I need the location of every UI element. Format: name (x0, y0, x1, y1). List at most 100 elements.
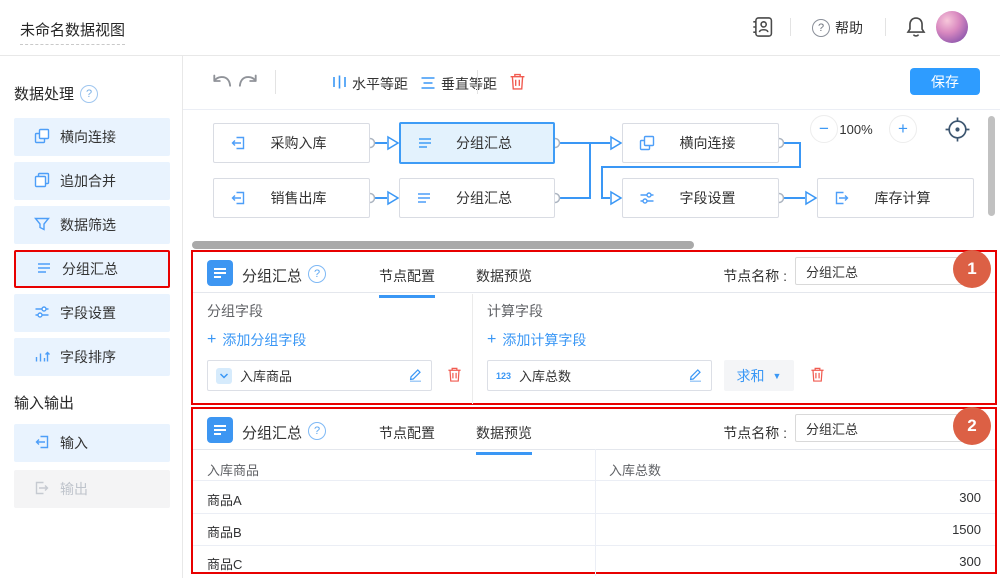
table-cell-total: 300 (609, 490, 981, 505)
node-name-input[interactable] (795, 414, 977, 442)
vertical-distribute-icon[interactable] (420, 76, 436, 93)
panel-data-preview: 分组汇总 ? 节点配置 数据预览 节点名称 : 2 入库商品 入库总数 商品A … (191, 407, 997, 574)
sort-icon (34, 348, 50, 367)
sidebar-item-horizontal-join[interactable]: 横向连接 (14, 118, 170, 156)
calc-field-item[interactable]: 123 入库总数 (487, 360, 712, 391)
zoom-out-button[interactable]: − (810, 115, 838, 143)
sidebar-item-input[interactable]: 输入 (14, 424, 170, 462)
node-label: 横向连接 (655, 133, 760, 153)
table-row-border (193, 480, 995, 481)
node-label: 销售出库 (246, 188, 351, 208)
horizontal-distribute-label[interactable]: 水平等距 (352, 74, 408, 94)
sidebar-item-field-settings[interactable]: 字段设置 (14, 294, 170, 332)
zoom-level: 100% (836, 122, 876, 137)
input-icon (34, 434, 50, 453)
edit-icon[interactable] (688, 367, 703, 385)
edit-icon[interactable] (408, 367, 423, 385)
node-group-summary-1[interactable]: 分组汇总 (399, 122, 555, 164)
node-purchase-inbound[interactable]: 采购入库 (213, 123, 370, 163)
node-name-label: 节点名称 : (712, 266, 787, 286)
table-row-border (193, 545, 995, 546)
redo-icon[interactable] (237, 72, 259, 93)
tab-data-preview[interactable]: 数据预览 (476, 423, 532, 455)
number-type-icon: 123 (496, 371, 511, 381)
append-icon (34, 172, 50, 191)
group-field-name: 入库商品 (240, 366, 408, 385)
panel-title: 分组汇总 (242, 265, 302, 286)
sidebar-item-label: 输出 (60, 479, 88, 499)
table-cell-product: 商品A (207, 490, 242, 509)
tab-data-preview[interactable]: 数据预览 (476, 266, 532, 295)
aggregation-dropdown[interactable]: 求和 ▼ (724, 360, 794, 391)
delete-calc-field-icon[interactable] (810, 366, 825, 383)
node-label: 采购入库 (246, 133, 351, 153)
node-field-settings[interactable]: 字段设置 (622, 178, 779, 218)
table-cell-total: 1500 (609, 522, 981, 537)
user-avatar[interactable] (936, 11, 968, 43)
sidebar-item-data-filter[interactable]: 数据筛选 (14, 206, 170, 244)
page-title[interactable]: 未命名数据视图 (20, 19, 125, 45)
calc-field-name: 入库总数 (519, 366, 688, 385)
zoom-in-button[interactable]: + (889, 115, 917, 143)
question-icon: ? (812, 19, 830, 37)
sliders-icon (34, 304, 50, 323)
node-label: 分组汇总 (432, 188, 536, 208)
sidebar-item-group-summary[interactable]: 分组汇总 (14, 250, 170, 288)
node-inventory-calc[interactable]: 库存计算 (817, 178, 974, 218)
group-summary-icon (416, 190, 432, 206)
fit-view-icon[interactable] (944, 116, 971, 146)
question-icon[interactable]: ? (80, 85, 98, 103)
panel-node-config: 分组汇总 ? 节点配置 数据预览 节点名称 : 1 分组字段 + 添加分组字段 … (191, 250, 997, 405)
top-bar: 未命名数据视图 ? 帮助 (0, 0, 1000, 56)
sidebar-item-append-merge[interactable]: 追加合并 (14, 162, 170, 200)
node-group-summary-2[interactable]: 分组汇总 (399, 178, 555, 218)
undo-icon[interactable] (211, 72, 233, 93)
group-summary-icon (207, 260, 233, 286)
group-field-item[interactable]: 入库商品 (207, 360, 432, 391)
node-name-label: 节点名称 : (712, 423, 787, 443)
add-calc-field-button[interactable]: + 添加计算字段 (487, 330, 586, 350)
annotation-badge-1: 1 (953, 250, 991, 288)
node-horizontal-join[interactable]: 横向连接 (622, 123, 779, 163)
sidebar-item-output: 输出 (14, 470, 170, 508)
group-summary-icon (207, 417, 233, 443)
bell-icon[interactable] (905, 15, 927, 42)
sidebar-item-label: 输入 (60, 433, 88, 453)
horizontal-distribute-icon[interactable] (332, 74, 347, 93)
sidebar-item-label: 数据筛选 (60, 215, 116, 235)
input-icon (230, 135, 246, 151)
vertical-scrollbar[interactable] (988, 116, 995, 216)
table-cell-product: 商品B (207, 522, 242, 541)
contacts-icon[interactable] (752, 16, 774, 41)
output-icon (834, 190, 850, 206)
help-label: 帮助 (835, 18, 863, 38)
sidebar-item-label: 横向连接 (60, 127, 116, 147)
question-icon[interactable]: ? (308, 422, 326, 440)
panel-header-separator (193, 292, 995, 293)
sidebar-item-label: 字段排序 (60, 347, 116, 367)
sidebar-item-label: 字段设置 (60, 303, 116, 323)
sidebar-item-field-sort[interactable]: 字段排序 (14, 338, 170, 376)
horizontal-scrollbar[interactable] (192, 241, 694, 249)
output-icon (34, 480, 50, 499)
sidebar-item-label: 分组汇总 (62, 259, 118, 279)
table-row-border (193, 513, 995, 514)
divider (885, 18, 886, 36)
add-group-field-button[interactable]: + 添加分组字段 (207, 330, 306, 350)
question-icon[interactable]: ? (308, 265, 326, 283)
help-button[interactable]: ? 帮助 (812, 18, 863, 38)
node-name-input[interactable] (795, 257, 977, 285)
panel-header-separator (193, 449, 995, 450)
delete-group-field-icon[interactable] (447, 366, 462, 383)
dimension-type-icon (216, 368, 232, 384)
plus-icon: + (207, 331, 216, 349)
node-label: 库存计算 (850, 188, 955, 208)
tab-node-config[interactable]: 节点配置 (379, 423, 435, 452)
input-icon (230, 190, 246, 206)
save-button[interactable]: 保存 (910, 68, 980, 95)
vertical-distribute-label[interactable]: 垂直等距 (441, 74, 497, 94)
panel-title: 分组汇总 (242, 422, 302, 443)
node-sales-outbound[interactable]: 销售出库 (213, 178, 370, 218)
delete-node-icon[interactable] (509, 72, 526, 91)
tab-node-config[interactable]: 节点配置 (379, 266, 435, 298)
